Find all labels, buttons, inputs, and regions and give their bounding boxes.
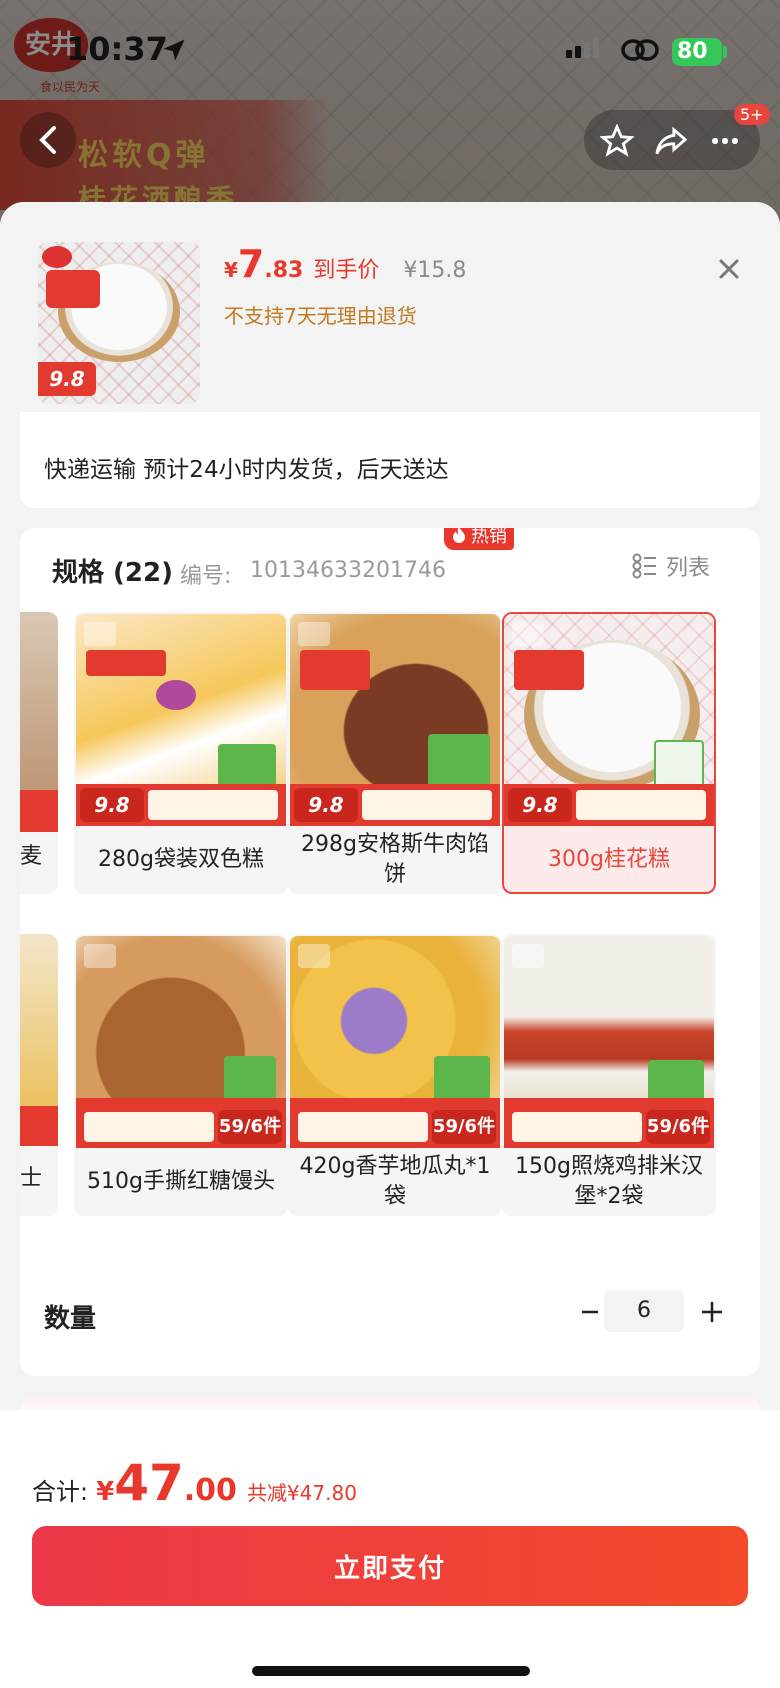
- expand-icon[interactable]: [512, 622, 544, 646]
- share-icon[interactable]: [654, 124, 688, 158]
- home-indicator[interactable]: [252, 1666, 530, 1676]
- partial-name: 麦: [20, 844, 43, 869]
- total-label: 合计:: [32, 1478, 89, 1506]
- total-price: 合计: ¥ 47 .00 共减¥47.80: [32, 1454, 357, 1512]
- shipping-info: 快递运输 预计24小时内发货，后天送达: [44, 457, 449, 483]
- option-name: 298g安格斯牛肉馅饼: [301, 832, 489, 887]
- product-thumbnail[interactable]: 9.8: [38, 242, 200, 404]
- total-decimal: .00: [183, 1473, 237, 1508]
- price-decimal: .83: [264, 258, 304, 283]
- option-price: 9.8: [80, 788, 144, 822]
- option-image: 9.8: [76, 614, 286, 826]
- spec-option-partial[interactable]: 士: [20, 934, 58, 1216]
- fire-icon: [453, 528, 465, 543]
- option-price: 9.8: [294, 788, 358, 822]
- option-promo: [576, 790, 706, 820]
- spec-option-selected[interactable]: 9.8 300g桂花糕: [502, 612, 716, 894]
- battery-tip: [723, 46, 727, 58]
- option-tag: [300, 650, 370, 690]
- option-name: 510g手撕红糖馒头: [87, 1169, 275, 1194]
- option-price: 59/6件: [218, 1110, 282, 1144]
- price-row: ¥ 7 .83 到手价 ¥15.8: [224, 242, 466, 286]
- option-name: 150g照烧鸡排米汉堡*2袋: [515, 1154, 703, 1209]
- shipping-card: 快递 运 费 说 明 快递运输 预计24小时内发货，后天送达: [20, 398, 760, 508]
- expand-icon[interactable]: [298, 944, 330, 968]
- back-button[interactable]: [20, 112, 76, 168]
- option-promo: [148, 790, 278, 820]
- original-price: ¥15.8: [403, 258, 467, 283]
- option-tag: [86, 650, 166, 676]
- option-promo: [84, 1112, 214, 1142]
- hot-badge: 热销: [444, 528, 514, 550]
- spec-option[interactable]: 59/6件 420g香芋地瓜丸*1袋: [288, 934, 502, 1216]
- nav-actions: [584, 110, 760, 170]
- option-price: 59/6件: [646, 1110, 710, 1144]
- checkout-bar: 合计: ¥ 47 .00 共减¥47.80 立即支付: [0, 1410, 780, 1688]
- spec-title: 规格 (22): [52, 558, 173, 588]
- star-icon[interactable]: [600, 124, 634, 158]
- option-price: 9.8: [508, 788, 572, 822]
- price-label: 到手价: [313, 258, 380, 283]
- spec-code: 10134633201746: [250, 558, 446, 583]
- option-promo: [298, 1112, 428, 1142]
- spec-option[interactable]: 59/6件 510g手撕红糖馒头: [74, 934, 288, 1216]
- spec-option[interactable]: 9.8 280g袋装双色糕: [74, 612, 288, 894]
- option-image: 59/6件: [504, 936, 714, 1148]
- spec-option[interactable]: 59/6件 150g照烧鸡排米汉堡*2袋: [502, 934, 716, 1216]
- status-bar: 10:37 80: [0, 0, 780, 100]
- expand-icon[interactable]: [512, 944, 544, 968]
- sheet-header: 9.8 ¥ 7 .83 到手价 ¥15.8 不支持7天无理由退货: [0, 202, 780, 412]
- list-icon: [632, 553, 656, 579]
- spec-code-label: 编号:: [180, 564, 232, 589]
- price-integer: 7: [237, 242, 265, 286]
- total-discount: 共减¥47.80: [246, 1481, 357, 1505]
- option-name: 280g袋装双色糕: [98, 847, 264, 872]
- list-view-label: 列表: [666, 556, 711, 581]
- partial-strip: [20, 790, 58, 832]
- option-promo: [512, 1112, 642, 1142]
- option-image: 59/6件: [76, 936, 286, 1148]
- expand-icon[interactable]: [84, 622, 116, 646]
- total-integer: 47: [114, 1454, 184, 1512]
- spec-option[interactable]: 9.8 298g安格斯牛肉馅饼: [288, 612, 502, 894]
- thumbnail-price-tag: 9.8: [38, 362, 96, 396]
- option-image: 9.8: [290, 614, 500, 826]
- signal-icon: [566, 38, 602, 58]
- option-price: 59/6件: [432, 1110, 496, 1144]
- pay-now-button[interactable]: 立即支付: [32, 1526, 748, 1606]
- thumbnail-logo: [42, 246, 72, 268]
- link-icon: [621, 39, 659, 61]
- price-currency: ¥: [224, 258, 238, 282]
- plus-icon[interactable]: [692, 1292, 732, 1332]
- flower-decoration: [156, 680, 196, 710]
- option-promo: [362, 790, 492, 820]
- list-view-toggle[interactable]: 列表: [632, 550, 710, 582]
- status-time: 10:37: [66, 30, 168, 68]
- thumbnail-label: [46, 270, 100, 308]
- option-name: 420g香芋地瓜丸*1袋: [299, 1154, 491, 1209]
- option-image: 59/6件: [290, 936, 500, 1148]
- partial-strip: [20, 1106, 58, 1146]
- spec-card: 规格 (22) 编号: 10134633201746 列表 麦 9.8 280g…: [20, 528, 760, 1376]
- spec-option-partial[interactable]: 麦: [20, 612, 58, 894]
- expand-icon[interactable]: [84, 944, 116, 968]
- expand-icon[interactable]: [298, 622, 330, 646]
- option-image: 9.8: [504, 614, 714, 826]
- partial-name: 士: [20, 1166, 43, 1191]
- message-badge: 5+: [734, 104, 770, 125]
- option-tag: [514, 650, 584, 690]
- hot-badge-label: 热销: [471, 528, 507, 547]
- total-currency: ¥: [96, 1477, 115, 1507]
- location-arrow-icon: [163, 39, 185, 61]
- return-policy-note: 不支持7天无理由退货: [224, 304, 417, 328]
- battery-indicator: 80: [672, 38, 722, 66]
- more-icon[interactable]: [708, 124, 742, 158]
- quantity-label: 数量: [44, 1304, 97, 1334]
- back-chevron-icon: [39, 126, 56, 154]
- option-name: 300g桂花糕: [548, 847, 670, 872]
- product-nav-bar: 5+: [0, 104, 780, 170]
- close-icon[interactable]: [714, 254, 744, 284]
- quantity-input[interactable]: 6: [604, 1290, 684, 1332]
